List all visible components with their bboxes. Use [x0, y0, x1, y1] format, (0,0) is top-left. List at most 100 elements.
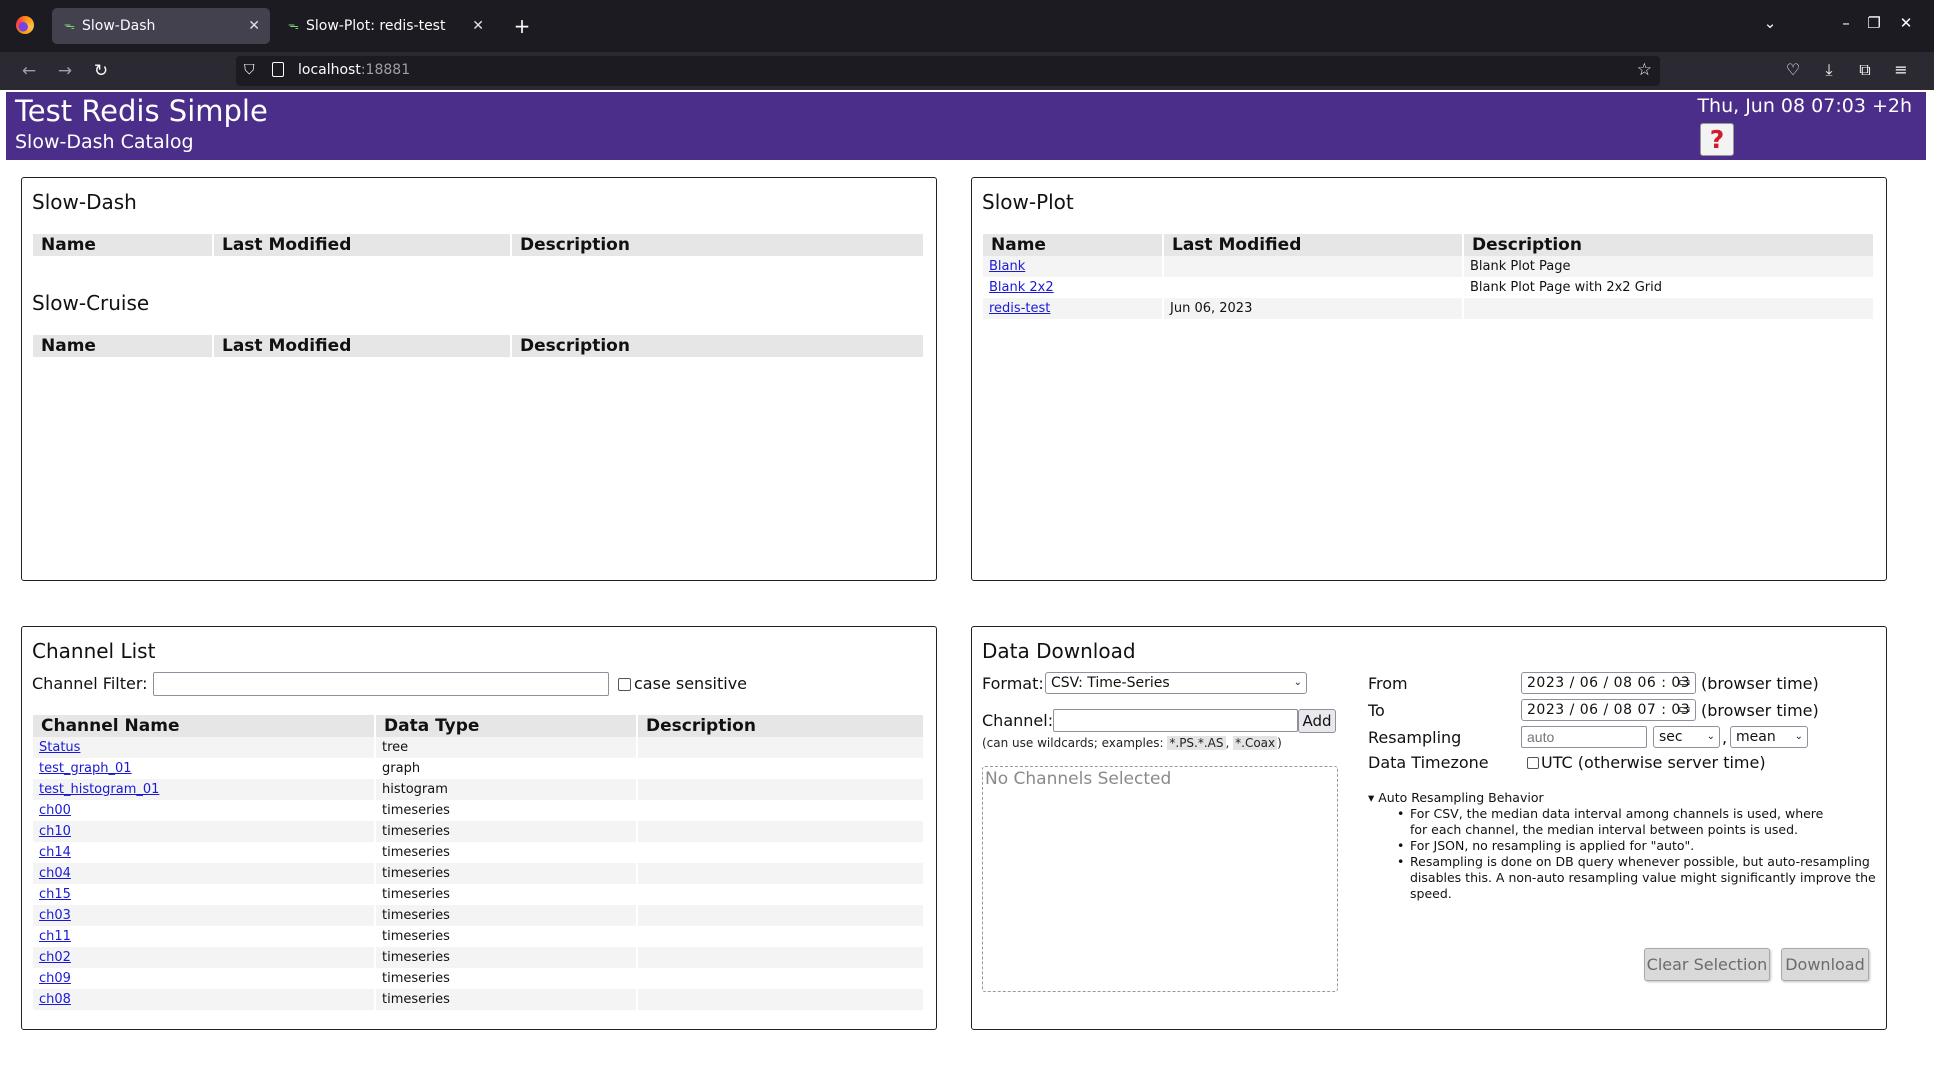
resampling-input[interactable]: [1521, 726, 1647, 748]
description-cell: [637, 737, 925, 758]
auto-note-line: Resampling is done on DB query whenever …: [1410, 854, 1870, 869]
page-info-icon[interactable]: [272, 62, 284, 77]
description-cell: [637, 905, 925, 926]
auto-note-bullet: •: [1397, 838, 1405, 853]
channel-link[interactable]: ch02: [39, 950, 71, 965]
tab-close-icon[interactable]: ✕: [472, 8, 484, 44]
resampling-label: Resampling: [1368, 728, 1462, 747]
data-type-cell: timeseries: [375, 989, 638, 1010]
channel-link[interactable]: ch09: [39, 971, 71, 986]
case-sensitive-label: case sensitive: [634, 674, 747, 693]
new-tab-icon[interactable]: +: [510, 8, 534, 44]
auto-note-line: for each channel, the median interval be…: [1410, 822, 1799, 837]
channel-link[interactable]: ch15: [39, 887, 71, 902]
browser-tab-slowdash[interactable]: ᯓ Slow-Dash ✕: [52, 8, 270, 44]
utc-checkbox[interactable]: [1527, 757, 1539, 769]
channel-input[interactable]: [1053, 709, 1298, 732]
wildcard-hint: (can use wildcards; examples: *.PS.*.AS,…: [982, 736, 1282, 750]
column-header[interactable]: Description: [637, 715, 925, 737]
column-header[interactable]: Last Modified: [1163, 234, 1464, 256]
column-header[interactable]: Name: [33, 234, 214, 256]
close-window-icon[interactable]: ✕: [1896, 14, 1916, 32]
pocket-icon[interactable]: ♡: [1782, 60, 1804, 79]
firefox-logo-icon[interactable]: [16, 16, 34, 34]
column-header[interactable]: Name: [983, 234, 1164, 256]
timezone-label: Data Timezone: [1368, 753, 1489, 772]
reload-icon[interactable]: ↻: [90, 60, 112, 82]
from-datetime-input[interactable]: 2023 / 06 / 08 06 : 03 ▭: [1521, 672, 1696, 694]
column-header[interactable]: Description: [511, 234, 925, 256]
browser-tab-slowplot[interactable]: ᯓ Slow-Plot: redis-test ✕: [276, 8, 494, 44]
column-header[interactable]: Data Type: [375, 715, 638, 737]
last-modified-cell: [1163, 277, 1464, 298]
column-header[interactable]: Last Modified: [213, 234, 512, 256]
tab-title: Slow-Dash: [82, 18, 156, 34]
auto-note-bullet: •: [1397, 806, 1405, 821]
channel-link[interactable]: ch10: [39, 824, 71, 839]
minimize-icon[interactable]: –: [1836, 14, 1856, 32]
downloads-icon[interactable]: ⤓: [1818, 60, 1840, 80]
format-select[interactable]: CSV: Time-Series ⌄: [1045, 672, 1307, 694]
channel-link[interactable]: Status: [39, 740, 80, 755]
menu-icon[interactable]: ≡: [1890, 60, 1912, 79]
resampling-unit-select[interactable]: sec ⌄: [1653, 726, 1720, 748]
channel-link[interactable]: ch03: [39, 908, 71, 923]
format-label: Format:: [982, 674, 1044, 693]
channel-link[interactable]: ch14: [39, 845, 71, 860]
calendar-icon[interactable]: ▭: [1678, 700, 1691, 720]
channel-link[interactable]: ch04: [39, 866, 71, 881]
tab-close-icon[interactable]: ✕: [248, 8, 260, 44]
table-row: ch09 timeseries: [33, 968, 925, 989]
url-bar[interactable]: ⛉ localhost:18881 ☆: [236, 56, 1660, 86]
to-label: To: [1368, 701, 1385, 720]
auto-note-line: disables this. A non-auto resampling val…: [1410, 870, 1876, 885]
slowplot-link[interactable]: Blank: [989, 259, 1025, 274]
tab-list-chevron-icon[interactable]: ⌄: [1760, 14, 1780, 32]
channel-filter-input[interactable]: [153, 672, 609, 696]
channel-link[interactable]: ch11: [39, 929, 71, 944]
channel-table: Channel Name Data Type Description Statu…: [33, 715, 925, 1010]
slowplot-link[interactable]: redis-test: [989, 301, 1050, 316]
back-icon[interactable]: ←: [18, 60, 40, 82]
tab-favicon-icon: ᯓ: [288, 19, 299, 32]
column-header[interactable]: Channel Name: [33, 715, 376, 737]
forward-icon[interactable]: →: [54, 60, 76, 82]
clear-selection-button[interactable]: Clear Selection: [1644, 948, 1770, 981]
column-header[interactable]: Last Modified: [213, 335, 512, 357]
help-button[interactable]: ?: [1700, 123, 1734, 156]
restore-icon[interactable]: ❐: [1864, 14, 1884, 32]
data-type-cell: graph: [375, 758, 638, 779]
channel-link[interactable]: ch00: [39, 803, 71, 818]
channel-label: Channel:: [982, 711, 1054, 730]
data-type-cell: timeseries: [375, 926, 638, 947]
channel-link[interactable]: test_graph_01: [39, 761, 132, 776]
column-header[interactable]: Description: [1463, 234, 1875, 256]
table-row: redis-test Jun 06, 2023: [983, 298, 1875, 319]
slowplot-title: Slow-Plot: [982, 190, 1074, 214]
channel-link[interactable]: ch08: [39, 992, 71, 1007]
bookmark-star-icon[interactable]: ☆: [1637, 60, 1652, 80]
auto-resampling-summary[interactable]: ▾ Auto Resampling Behavior: [1368, 790, 1544, 805]
to-datetime-input[interactable]: 2023 / 06 / 08 07 : 03 ▭: [1521, 699, 1696, 721]
data-type-cell: tree: [375, 737, 638, 758]
page-subtitle: Slow-Dash Catalog: [15, 131, 194, 153]
tracking-shield-icon[interactable]: ⛉: [244, 62, 255, 78]
download-button[interactable]: Download: [1781, 948, 1869, 981]
chevron-down-icon: ⌄: [1706, 731, 1715, 742]
description-cell: [637, 989, 925, 1010]
selected-channels-box[interactable]: No Channels Selected: [982, 766, 1338, 992]
slowplot-link[interactable]: Blank 2x2: [989, 280, 1054, 295]
page-title: Test Redis Simple: [15, 94, 268, 128]
column-header[interactable]: Name: [33, 335, 214, 357]
case-sensitive-checkbox[interactable]: [618, 678, 631, 691]
slowplot-table: Name Last Modified Description Blank Bla…: [983, 234, 1875, 319]
add-channel-button[interactable]: Add: [1298, 709, 1336, 733]
channel-link[interactable]: test_histogram_01: [39, 782, 159, 797]
resampling-method-select[interactable]: mean ⌄: [1730, 726, 1808, 748]
calendar-icon[interactable]: ▭: [1678, 673, 1691, 693]
url-text[interactable]: localhost:18881: [298, 62, 410, 78]
auto-note-line: For JSON, no resampling is applied for "…: [1410, 838, 1695, 853]
column-header[interactable]: Description: [511, 335, 925, 357]
extensions-icon[interactable]: ⧉: [1854, 60, 1876, 80]
table-row: ch15 timeseries: [33, 884, 925, 905]
